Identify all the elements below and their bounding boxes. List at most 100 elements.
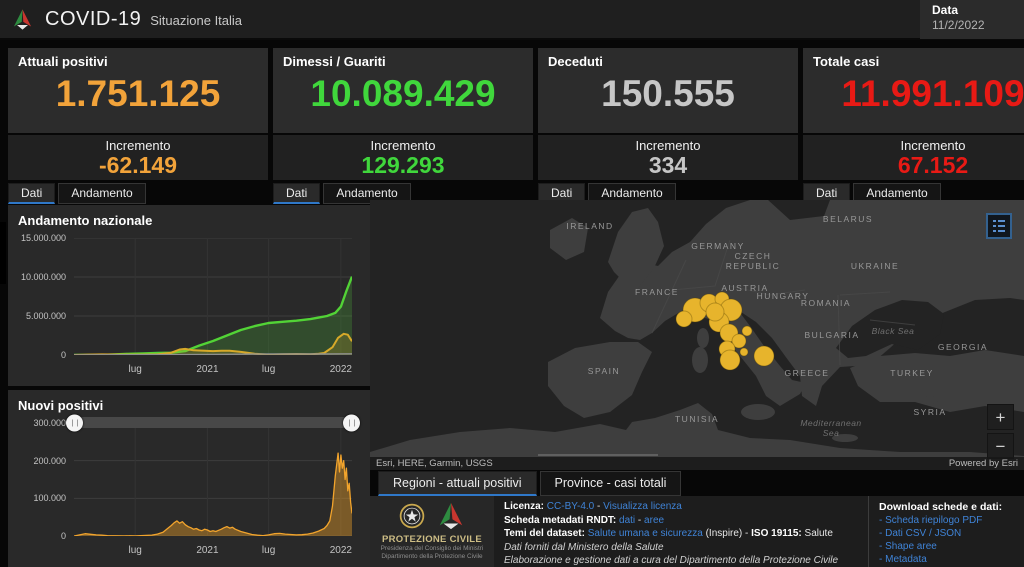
map-scalebar — [538, 454, 658, 456]
download-link[interactable]: - Scheda riepilogo PDF — [879, 515, 1014, 527]
x-axis-ticks: lug2021lug2022 — [74, 542, 352, 558]
download-link[interactable]: - Metadata — [879, 554, 1014, 566]
chart-title: Nuovi positivi — [18, 398, 360, 413]
stat-card-deceduti: Deceduti 150.555 Incremento 334 Dati And… — [538, 48, 798, 204]
increment-value: 129.293 — [273, 153, 533, 177]
map-label: Mediterranean Sea — [800, 418, 861, 438]
map-attribution: Esri, HERE, Garmin, USGS Powered by Esri — [370, 457, 1024, 470]
chart-body: 15.000.00010.000.0005.000.0000 lug2021lu… — [18, 230, 360, 379]
stat-card-tabs: Dati Andamento — [8, 183, 268, 204]
stat-card-totale-casi: Totale casi 11.991.109 Incremento 67.152… — [803, 48, 1024, 204]
map-label: GERMANY — [691, 241, 744, 251]
info-line: Elaborazione e gestione dati a cura del … — [504, 555, 858, 567]
stat-card-top: Attuali positivi 1.751.125 — [8, 48, 268, 133]
logo-row — [372, 500, 492, 532]
info-link[interactable]: CC-BY-4.0 — [547, 501, 594, 512]
stat-card-increment: Incremento -62.149 — [8, 135, 268, 180]
map-label: ROMANIA — [801, 298, 851, 308]
map-label: TURKEY — [890, 368, 933, 378]
footer-bar: PROTEZIONE CIVILE Presidenza del Consigl… — [370, 496, 1024, 567]
zoom-out-button[interactable]: − — [987, 433, 1014, 459]
protezione-civile-logo-icon — [10, 7, 35, 32]
tab-province-casi-totali[interactable]: Province - casi totali — [540, 471, 682, 496]
slider-handle-right[interactable] — [343, 414, 360, 431]
chart-panel-andamento-nazionale: Andamento nazionale 15.000.00010.000.000… — [8, 205, 370, 386]
map-legend-button[interactable] — [986, 213, 1012, 239]
stat-card-top: Deceduti 150.555 — [538, 48, 798, 133]
map-label: FRANCE — [635, 287, 679, 297]
slider-grip-icon — [72, 419, 78, 426]
info-line: Dati forniti dal Ministero della Salute — [504, 542, 858, 555]
stat-card-title: Totale casi — [813, 54, 1024, 69]
map-label: CZECH REPUBLIC — [726, 251, 781, 271]
map-zoom-controls: + − — [987, 404, 1014, 462]
page-title: COVID-19 — [45, 8, 141, 31]
stat-card-title: Dimessi / Guariti — [283, 54, 523, 69]
tab-regioni-attuali-positivi[interactable]: Regioni - attuali positivi — [378, 471, 537, 496]
download-link[interactable]: - Dati CSV / JSON — [879, 528, 1014, 540]
info-line: Scheda metadati RNDT: dati - aree — [504, 515, 858, 528]
collapsed-panel-handle[interactable] — [0, 222, 6, 284]
chart-title: Andamento nazionale — [18, 213, 360, 228]
stat-card-value: 11.991.109 — [813, 73, 1024, 115]
time-range-slider[interactable] — [74, 417, 352, 428]
download-section: Download schede e dati: - Scheda riepilo… — [868, 496, 1024, 567]
stat-card-title: Attuali positivi — [18, 54, 258, 69]
date-value: 11/2/2022 — [932, 18, 1012, 32]
app-header: COVID-19 Situazione Italia Data 11/2/202… — [0, 0, 1024, 40]
x-axis-ticks: lug2021lug2022 — [74, 361, 352, 377]
stat-cards-row: Attuali positivi 1.751.125 Incremento -6… — [8, 48, 1024, 204]
nuovi-positivi-plot — [74, 423, 352, 536]
download-link[interactable]: - Shape aree — [879, 541, 1014, 553]
map-label: SYRIA — [913, 407, 946, 417]
info-link[interactable]: Salute umana e sicurezza — [588, 528, 703, 539]
increment-value: 67.152 — [803, 153, 1024, 177]
map-view-tabs: Regioni - attuali positivi Province - ca… — [378, 471, 684, 496]
attribution-powered-by: Powered by Esri — [949, 458, 1018, 469]
increment-label: Incremento — [803, 138, 1024, 153]
europe-map-canvas[interactable]: IRELANDGERMANYCZECH REPUBLICBELARUSUKRAI… — [370, 200, 1024, 470]
info-link[interactable]: dati — [619, 515, 635, 526]
map-label: GEORGIA — [938, 342, 988, 352]
stat-card-top: Totale casi 11.991.109 — [803, 48, 1024, 133]
increment-value: 334 — [538, 153, 798, 177]
stat-card-title: Deceduti — [548, 54, 788, 69]
stat-card-attuali-positivi: Attuali positivi 1.751.125 Incremento -6… — [8, 48, 268, 204]
stat-card-value: 150.555 — [548, 73, 788, 115]
footer-info: Licenza: CC-BY-4.0 - Visualizza licenzaS… — [494, 496, 868, 567]
y-axis-ticks: 300.000200.000100.0000 — [18, 423, 70, 536]
protezione-civile-logo-panel: PROTEZIONE CIVILE Presidenza del Consigl… — [370, 496, 494, 567]
map-label: BELARUS — [823, 214, 873, 224]
org-line2: Dipartimento della Protezione Civile — [372, 553, 492, 561]
andamento-nazionale-plot — [74, 238, 352, 355]
chart-panel-nuovi-positivi: Nuovi positivi 300.000200.000100.0000 lu… — [8, 390, 370, 567]
tab-andamento-attuali-positivi[interactable]: Andamento — [58, 183, 145, 204]
protezione-civile-logo-icon — [436, 501, 466, 531]
slider-handle-left[interactable] — [66, 414, 83, 431]
stat-card-dimessi-guariti: Dimessi / Guariti 10.089.429 Incremento … — [273, 48, 533, 204]
stat-card-value: 10.089.429 — [283, 73, 523, 115]
zoom-in-button[interactable]: + — [987, 404, 1014, 430]
slider-grip-icon — [349, 419, 355, 426]
org-name: PROTEZIONE CIVILE — [372, 534, 492, 545]
stat-card-top: Dimessi / Guariti 10.089.429 — [273, 48, 533, 133]
tab-dati-attuali-positivi[interactable]: Dati — [8, 183, 55, 204]
map-label: UKRAINE — [851, 261, 899, 271]
map-label: GREECE — [785, 368, 830, 378]
tab-dati-dimessi-guariti[interactable]: Dati — [273, 183, 320, 204]
info-link[interactable]: Visualizza licenza — [603, 501, 682, 512]
stat-card-value: 1.751.125 — [18, 73, 258, 115]
map-label: BULGARIA — [805, 330, 860, 340]
increment-label: Incremento — [273, 138, 533, 153]
increment-value: -62.149 — [8, 153, 268, 177]
info-link[interactable]: aree — [644, 515, 664, 526]
stat-card-increment: Incremento 67.152 — [803, 135, 1024, 180]
italy-emblem-icon — [398, 502, 426, 530]
stat-card-increment: Incremento 334 — [538, 135, 798, 180]
stat-card-increment: Incremento 129.293 — [273, 135, 533, 180]
increment-label: Incremento — [538, 138, 798, 153]
attribution-sources: Esri, HERE, Garmin, USGS — [376, 458, 493, 469]
chart-body: 300.000200.000100.0000 lug2021lug2022 — [18, 415, 360, 560]
download-title: Download schede e dati: — [879, 501, 1014, 513]
map-label: SPAIN — [588, 366, 620, 376]
